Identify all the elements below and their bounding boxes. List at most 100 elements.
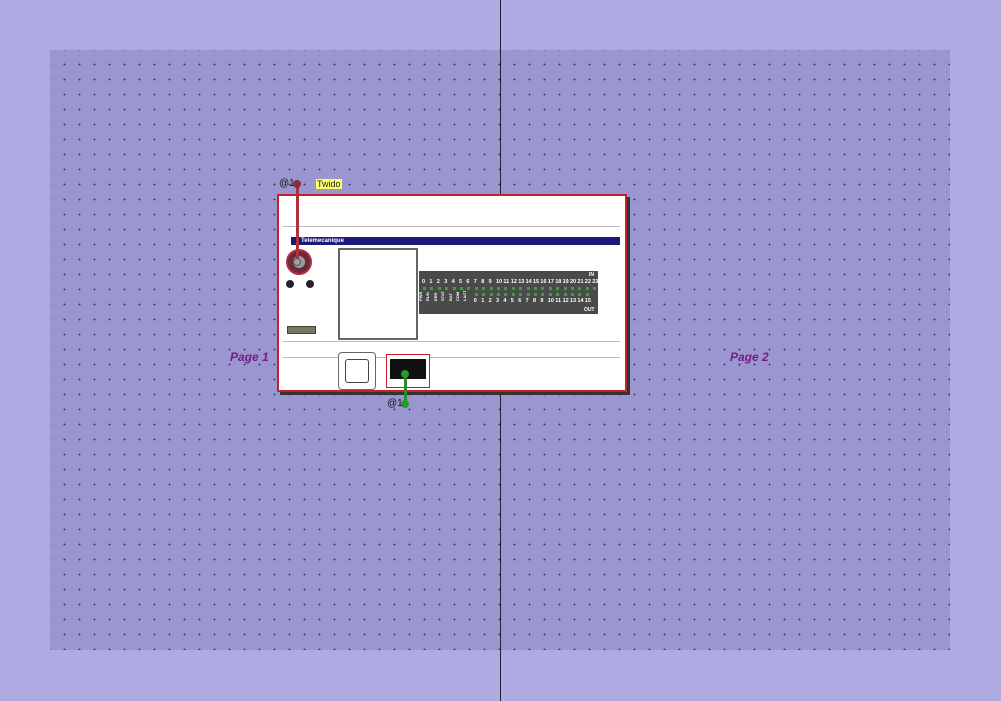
output-led xyxy=(556,293,560,296)
output-number: 1 xyxy=(481,298,485,304)
output-number: 8 xyxy=(533,298,537,304)
input-led xyxy=(519,287,523,290)
output-number: 6 xyxy=(518,298,522,304)
input-led xyxy=(430,287,434,290)
input-led xyxy=(541,287,545,290)
input-led xyxy=(489,287,493,290)
input-led xyxy=(563,287,567,290)
input-number: 17 xyxy=(547,279,554,285)
input-led xyxy=(585,287,589,290)
twido-plc-device[interactable]: Telemecanique IN 0 1 2 3 4 5 6 7 8 9 10 11 12 13 14 15 1… xyxy=(277,194,627,392)
terminal-strip xyxy=(287,326,316,334)
input-number: 21 xyxy=(577,279,584,285)
diagram-canvas[interactable]: Page 1 Page 2 @1 Twido Telemecanique IN … xyxy=(0,0,1001,701)
input-led xyxy=(482,287,486,290)
output-led xyxy=(519,293,523,296)
top-connection-node[interactable] xyxy=(293,180,301,188)
rj45-connection-node[interactable] xyxy=(401,370,409,378)
output-number: 15 xyxy=(584,298,591,304)
output-number: 7 xyxy=(525,298,529,304)
input-led xyxy=(534,287,537,290)
input-number: 4 xyxy=(451,279,455,285)
output-led xyxy=(541,293,545,296)
status-led-label: ERR xyxy=(432,292,438,301)
input-number: 13 xyxy=(518,279,525,285)
in-label: IN xyxy=(589,272,594,278)
input-number: 1 xyxy=(429,279,433,285)
input-led xyxy=(571,287,574,290)
input-number: 8 xyxy=(481,279,485,285)
input-number: 9 xyxy=(488,279,492,285)
input-led xyxy=(497,287,500,290)
device-name-label[interactable]: Twido xyxy=(316,179,342,189)
output-led xyxy=(563,293,567,296)
output-led xyxy=(474,293,478,296)
input-number: 23 xyxy=(592,279,599,285)
output-number: 11 xyxy=(555,298,562,304)
input-led xyxy=(578,287,582,290)
input-number: 11 xyxy=(503,279,510,285)
input-number: 6 xyxy=(466,279,470,285)
output-number: 14 xyxy=(577,298,584,304)
brand-logo: Telemecanique xyxy=(301,238,344,244)
input-led xyxy=(474,287,478,290)
expansion-module-slot xyxy=(338,248,418,340)
input-led xyxy=(467,287,471,290)
output-number: 13 xyxy=(570,298,577,304)
output-number: 0 xyxy=(473,298,477,304)
input-number: 14 xyxy=(525,279,532,285)
input-number: 10 xyxy=(496,279,503,285)
output-led xyxy=(511,293,515,296)
output-led xyxy=(489,293,493,296)
output-led xyxy=(585,293,589,296)
plc-top-band xyxy=(283,226,620,227)
input-led xyxy=(452,287,456,290)
input-led xyxy=(423,287,426,290)
output-number: 10 xyxy=(547,298,554,304)
input-led xyxy=(445,287,449,290)
input-led xyxy=(526,287,530,290)
input-number: 3 xyxy=(444,279,448,285)
input-led xyxy=(556,287,560,290)
bottom-connector-ref: @1 xyxy=(387,398,403,409)
input-led xyxy=(511,287,515,290)
output-led xyxy=(497,293,500,296)
input-number: 2 xyxy=(436,279,440,285)
input-number: 16 xyxy=(540,279,547,285)
input-number: 0 xyxy=(422,279,426,285)
output-number: 12 xyxy=(562,298,569,304)
input-led xyxy=(548,287,552,290)
serial-port-pin xyxy=(293,258,301,266)
page-2-label: Page 2 xyxy=(730,350,769,364)
output-led xyxy=(526,293,530,296)
potentiometer-1 xyxy=(286,280,294,288)
status-led-label: STAT xyxy=(440,291,446,301)
din-rail xyxy=(283,341,620,358)
output-number: 2 xyxy=(488,298,492,304)
output-led xyxy=(578,293,582,296)
input-led xyxy=(504,287,508,290)
expansion-connector xyxy=(338,352,376,390)
output-led xyxy=(482,293,486,296)
page-1-label: Page 1 xyxy=(230,350,269,364)
input-number: 20 xyxy=(570,279,577,285)
status-led-label: BAT xyxy=(447,293,453,301)
input-led xyxy=(593,287,597,290)
input-number: 15 xyxy=(533,279,540,285)
status-led-label: LACT xyxy=(462,290,468,301)
output-led xyxy=(571,293,574,296)
input-number: 5 xyxy=(459,279,463,285)
status-led-label: PWR xyxy=(418,291,423,301)
out-label: OUT xyxy=(584,307,595,313)
output-led xyxy=(534,293,537,296)
output-led xyxy=(504,293,508,296)
serial-link-wire[interactable] xyxy=(296,184,299,259)
input-number: 18 xyxy=(555,279,562,285)
status-led-label: RUN xyxy=(425,292,431,301)
input-number: 22 xyxy=(584,279,591,285)
output-number: 4 xyxy=(503,298,507,304)
input-led xyxy=(437,287,441,290)
output-number: 5 xyxy=(510,298,514,304)
status-led-label: COM xyxy=(455,291,460,301)
input-number: 12 xyxy=(510,279,517,285)
